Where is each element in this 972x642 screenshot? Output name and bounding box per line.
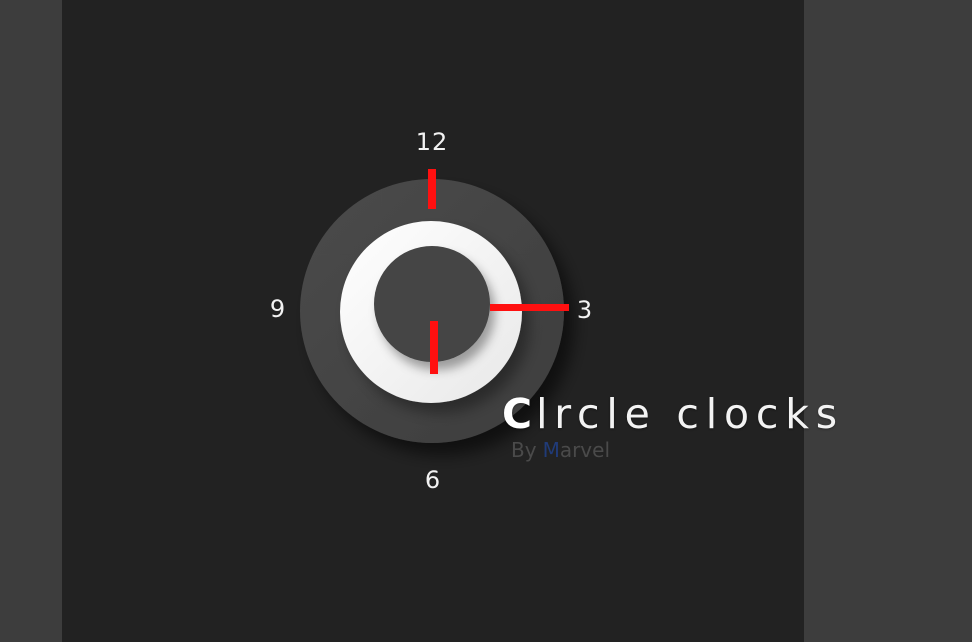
screen: 12 3 6 9 C lrcle clocks By Marvel [0,0,972,642]
app-title: C lrcle clocks [502,394,844,442]
numeral-six: 6 [424,466,442,494]
byline-name: Marvel [543,440,610,460]
minute-hand [490,304,569,311]
title-rest: lrcle clocks [536,390,844,438]
byline-accent-letter: M [542,438,560,462]
title-first-letter: C [502,390,537,438]
author-byline: By Marvel [511,440,610,460]
second-hand [430,321,438,374]
numeral-three: 3 [576,296,594,324]
clock-graphic [300,169,569,443]
numeral-nine: 9 [269,295,287,323]
byline-rest: arvel [559,438,611,462]
hour-hand [428,169,436,209]
numeral-twelve: 12 [415,128,449,156]
byline-prefix: By [511,438,537,462]
